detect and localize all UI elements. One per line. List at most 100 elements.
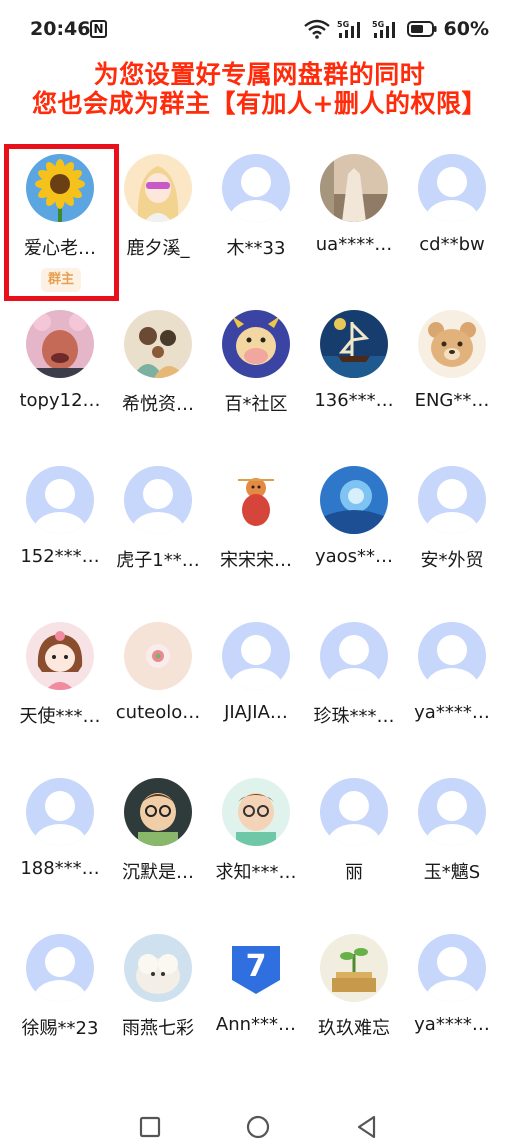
status-time: 20:46 bbox=[30, 18, 91, 40]
member-name: 188***… bbox=[20, 858, 100, 879]
member-name: 珍珠***… bbox=[313, 706, 395, 727]
svg-text:7: 7 bbox=[246, 949, 267, 984]
owner-highlight-box bbox=[4, 144, 119, 301]
member-item[interactable]: 求知***… bbox=[207, 772, 305, 928]
member-item[interactable]: 玖玖难忘 bbox=[305, 928, 403, 1084]
member-name: 雨燕七彩 bbox=[122, 1018, 194, 1039]
member-item[interactable]: ya****… bbox=[403, 616, 501, 772]
member-item[interactable]: ya****… bbox=[403, 928, 501, 1084]
member-item[interactable]: 百*社区 bbox=[207, 304, 305, 460]
avatar bbox=[26, 310, 94, 378]
status-icons: 5G 5G 60% bbox=[303, 17, 489, 41]
member-name: ya****… bbox=[414, 1014, 490, 1035]
status-bar: 20:46 N 5G 5G 60% bbox=[0, 0, 519, 56]
default-avatar-icon bbox=[418, 466, 486, 534]
member-name: Ann***… bbox=[215, 1014, 297, 1035]
member-name: ya****… bbox=[414, 702, 490, 723]
member-item[interactable]: 188***… bbox=[11, 772, 109, 928]
default-avatar-icon bbox=[222, 154, 290, 222]
member-name: 天使***… bbox=[19, 706, 101, 727]
back-icon[interactable] bbox=[354, 1114, 380, 1140]
svg-text:5G: 5G bbox=[337, 20, 349, 29]
default-avatar-icon bbox=[26, 466, 94, 534]
member-item[interactable]: ENG**… bbox=[403, 304, 501, 460]
member-name: cd**bw bbox=[419, 234, 485, 255]
member-item[interactable]: 152***… bbox=[11, 460, 109, 616]
member-name: 丽 bbox=[345, 862, 363, 883]
avatar bbox=[222, 310, 290, 378]
member-item[interactable]: 雨燕七彩 bbox=[109, 928, 207, 1084]
default-avatar-icon bbox=[418, 622, 486, 690]
avatar bbox=[320, 934, 388, 1002]
default-avatar-icon bbox=[418, 154, 486, 222]
member-item[interactable]: 丽 bbox=[305, 772, 403, 928]
member-item[interactable]: 7 Ann***… bbox=[207, 928, 305, 1084]
default-avatar-icon bbox=[26, 934, 94, 1002]
avatar bbox=[320, 466, 388, 534]
member-item[interactable]: 希悦资… bbox=[109, 304, 207, 460]
member-item[interactable]: 宋宋宋… bbox=[207, 460, 305, 616]
signal-5g-icon: 5G bbox=[337, 20, 360, 38]
member-item[interactable]: 鹿夕溪_ bbox=[109, 148, 207, 304]
avatar bbox=[26, 622, 94, 690]
member-name: 152***… bbox=[20, 546, 100, 567]
avatar bbox=[124, 778, 192, 846]
member-name: 鹿夕溪_ bbox=[126, 238, 190, 259]
member-item[interactable]: 珍珠***… bbox=[305, 616, 403, 772]
member-name: 木**33 bbox=[226, 238, 286, 259]
member-item[interactable]: cd**bw bbox=[403, 148, 501, 304]
member-item[interactable]: 虎子1**… bbox=[109, 460, 207, 616]
default-avatar-icon bbox=[418, 778, 486, 846]
navigation-bar bbox=[0, 1100, 519, 1146]
avatar bbox=[124, 310, 192, 378]
member-item[interactable]: 徐赐**23 bbox=[11, 928, 109, 1084]
member-name: topy12… bbox=[19, 390, 101, 411]
default-avatar-icon bbox=[320, 622, 388, 690]
avatar bbox=[124, 154, 192, 222]
svg-text:5G: 5G bbox=[372, 20, 384, 29]
headline-line-2: 您也会成为群主【有加人+删人的权限】 bbox=[32, 89, 487, 118]
member-item[interactable]: 沉默是… bbox=[109, 772, 207, 928]
battery-percentage: 60% bbox=[443, 18, 489, 40]
member-item[interactable]: 玉*魑S bbox=[403, 772, 501, 928]
nfc-icon: N bbox=[90, 20, 107, 38]
member-name: 玖玖难忘 bbox=[318, 1018, 390, 1039]
member-item[interactable]: 天使***… bbox=[11, 616, 109, 772]
default-avatar-icon bbox=[26, 778, 94, 846]
member-name: 安*外贸 bbox=[420, 550, 484, 571]
member-name: 136***… bbox=[314, 390, 394, 411]
member-item[interactable]: 136***… bbox=[305, 304, 403, 460]
member-name: ENG**… bbox=[414, 390, 490, 411]
member-name: 玉*魑S bbox=[423, 862, 481, 883]
headline: 为您设置好专属网盘群的同时 您也会成为群主【有加人+删人的权限】 bbox=[0, 60, 519, 118]
avatar: 7 bbox=[222, 934, 290, 1002]
avatar bbox=[124, 934, 192, 1002]
home-icon[interactable] bbox=[245, 1114, 271, 1140]
member-item[interactable]: yaos**… bbox=[305, 460, 403, 616]
member-item[interactable]: 安*外贸 bbox=[403, 460, 501, 616]
member-item[interactable]: 木**33 bbox=[207, 148, 305, 304]
battery-icon bbox=[406, 21, 437, 37]
default-avatar-icon bbox=[222, 622, 290, 690]
member-name: 徐赐**23 bbox=[21, 1018, 99, 1039]
signal-5g-icon: 5G bbox=[372, 20, 395, 38]
member-name: 求知***… bbox=[215, 862, 297, 883]
member-name: yaos**… bbox=[314, 546, 394, 567]
avatar bbox=[222, 466, 290, 534]
headline-line-1: 为您设置好专属网盘群的同时 bbox=[93, 60, 426, 89]
avatar bbox=[320, 154, 388, 222]
member-name: 宋宋宋… bbox=[220, 550, 292, 571]
member-item[interactable]: ua****… bbox=[305, 148, 403, 304]
member-name: ua****… bbox=[315, 234, 393, 255]
member-item[interactable]: JIAJIA… bbox=[207, 616, 305, 772]
default-avatar-icon bbox=[124, 466, 192, 534]
recent-apps-icon[interactable] bbox=[137, 1114, 163, 1140]
avatar bbox=[320, 310, 388, 378]
default-avatar-icon bbox=[418, 934, 486, 1002]
member-item[interactable]: topy12… bbox=[11, 304, 109, 460]
avatar bbox=[124, 622, 192, 690]
member-name: 虎子1**… bbox=[116, 550, 200, 571]
avatar bbox=[418, 310, 486, 378]
avatar bbox=[222, 778, 290, 846]
member-item[interactable]: cuteolo… bbox=[109, 616, 207, 772]
